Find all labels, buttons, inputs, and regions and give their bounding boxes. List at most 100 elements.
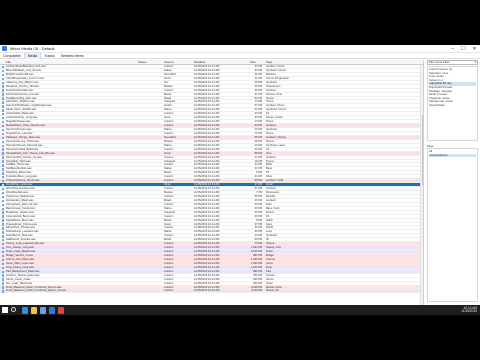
audio-file-icon: [2, 239, 5, 242]
audio-file-icon: [2, 290, 5, 293]
search-icon[interactable]: [11, 307, 16, 312]
audio-file-icon: [2, 176, 5, 179]
audio-file-icon: [2, 258, 5, 262]
audio-file-icon: [2, 128, 5, 132]
tab-tracks[interactable]: Tracks: [41, 53, 57, 59]
audio-file-icon: [2, 179, 5, 183]
app-window: Mixxx Media Ctl - Default – ☐ ✕ Compatib…: [0, 45, 480, 315]
taskbar: 10:14 AM 11/15/2019: [0, 305, 480, 315]
audio-file-icon: [2, 148, 5, 151]
audio-file-icon: [2, 219, 5, 222]
audio-file-icon: [2, 160, 5, 163]
audio-file-icon: [2, 282, 5, 285]
letterbox-top: [0, 0, 480, 45]
audio-file-icon: [2, 124, 5, 128]
audio-file-icon: [2, 132, 5, 136]
tab-selected-items[interactable]: Selected Items: [58, 53, 87, 59]
size-cell: 2,010 KB: [250, 289, 262, 293]
audio-file-icon: [2, 85, 5, 88]
info-list: Current Source (1) Selection: none Type: A…: [427, 66, 478, 141]
system-tray-clock[interactable]: 10:14 AM 11/15/2019: [461, 306, 477, 314]
audio-file-icon: [2, 144, 5, 147]
audio-file-icon: [2, 231, 5, 234]
audio-file-icon: [2, 116, 5, 120]
audio-file-icon: [2, 136, 5, 140]
audio-file-icon: [2, 172, 5, 175]
audio-file-icon: [2, 89, 5, 92]
source-cell: Custom: [164, 289, 174, 293]
audio-file-icon: [2, 227, 5, 230]
audio-file-icon: [2, 223, 5, 226]
audio-file-icon: [2, 270, 5, 273]
audio-file-icon: [2, 195, 5, 199]
window-title: Mixxx Media Ctl - Default: [10, 46, 55, 51]
audio-file-icon: [2, 93, 5, 96]
side-panel: File name Filter ▾ Current Source (1) Sel…: [425, 60, 480, 305]
audio-file-icon: [2, 207, 5, 210]
audio-file-icon: [2, 246, 5, 250]
audio-file-icon: [2, 211, 5, 214]
close-button[interactable]: ✕: [469, 45, 480, 53]
chevron-down-icon: ▾: [474, 60, 476, 64]
audio-file-icon: [2, 140, 5, 143]
audio-file-icon: [2, 191, 5, 195]
table-row[interactable]: Final_Mastered_Audio_Combined_Export_Alt…: [0, 289, 423, 294]
audio-file-icon: [2, 266, 5, 269]
audio-file-icon: [2, 120, 5, 124]
filter-combo[interactable]: File name Filter ▾: [427, 60, 478, 65]
edge-app-icon[interactable]: [22, 306, 28, 314]
minimize-button[interactable]: –: [447, 45, 458, 53]
audio-file-icon: [2, 152, 5, 155]
tags-cell: Master, Alt: [266, 289, 279, 293]
audio-file-icon: [2, 203, 5, 206]
tags-list: All Ambient/Drone: [427, 148, 478, 302]
audio-file-icon: [2, 105, 5, 108]
info-list-item[interactable]: SessionNote: [429, 104, 476, 108]
audio-file-icon: [2, 65, 5, 69]
file-list-panel: File Status Source Modified Size Tags Am…: [0, 60, 424, 305]
window-controls: – ☐ ✕: [447, 45, 480, 53]
explorer-app-icon[interactable]: [31, 306, 37, 314]
menu-bar: Compatible Media Tracks Selected Items: [0, 52, 480, 59]
audio-file-icon: [2, 97, 5, 100]
mail-app-icon[interactable]: [49, 306, 55, 314]
audio-file-icon: [2, 77, 5, 80]
tab-compatible[interactable]: Compatible: [0, 53, 24, 59]
audio-file-icon: [2, 250, 5, 254]
audio-file-icon: [2, 81, 5, 84]
mixxx-app-icon[interactable]: [58, 306, 64, 314]
audio-file-icon: [2, 286, 5, 289]
clock-date: 11/15/2019: [461, 309, 477, 313]
maximize-button[interactable]: ☐: [458, 45, 469, 53]
audio-file-icon: [2, 199, 5, 203]
tags-list-item[interactable]: Ambient/Drone: [429, 153, 476, 158]
audio-file-icon: [2, 168, 5, 171]
store-app-icon[interactable]: [40, 306, 46, 314]
tab-media[interactable]: Media: [23, 52, 42, 59]
audio-file-icon: [2, 215, 5, 218]
table-body: AmbientMusicBackdrop-Vol1.wav Custom 11/15…: [0, 65, 423, 294]
filter-combo-value: File name Filter: [429, 60, 450, 64]
audio-file-icon: [2, 113, 5, 116]
file-name-cell: Final_Mastered_Audio_Combined_Export_Alt…: [6, 289, 67, 293]
start-button[interactable]: [2, 307, 8, 313]
audio-file-icon: [2, 235, 5, 238]
letterbox-bottom: [0, 315, 480, 360]
audio-file-icon: [2, 73, 5, 77]
audio-file-icon: [2, 242, 5, 246]
app-icon: [2, 46, 7, 51]
audio-file-icon: [2, 101, 5, 104]
audio-file-icon: [2, 262, 5, 266]
audio-file-icon: [2, 164, 5, 167]
audio-file-icon: [2, 254, 5, 258]
audio-file-icon: [2, 187, 5, 191]
audio-file-icon: [2, 156, 5, 159]
audio-file-icon: [2, 109, 5, 112]
scrollbar-thumb[interactable]: [421, 115, 423, 185]
audio-file-icon: [2, 278, 5, 281]
audio-file-icon: [2, 69, 5, 73]
modified-cell: 11/15/2019 10:14 AM: [194, 289, 220, 293]
vertical-scrollbar[interactable]: [420, 65, 423, 305]
audio-file-icon: [2, 183, 5, 187]
audio-file-icon: [2, 274, 5, 277]
